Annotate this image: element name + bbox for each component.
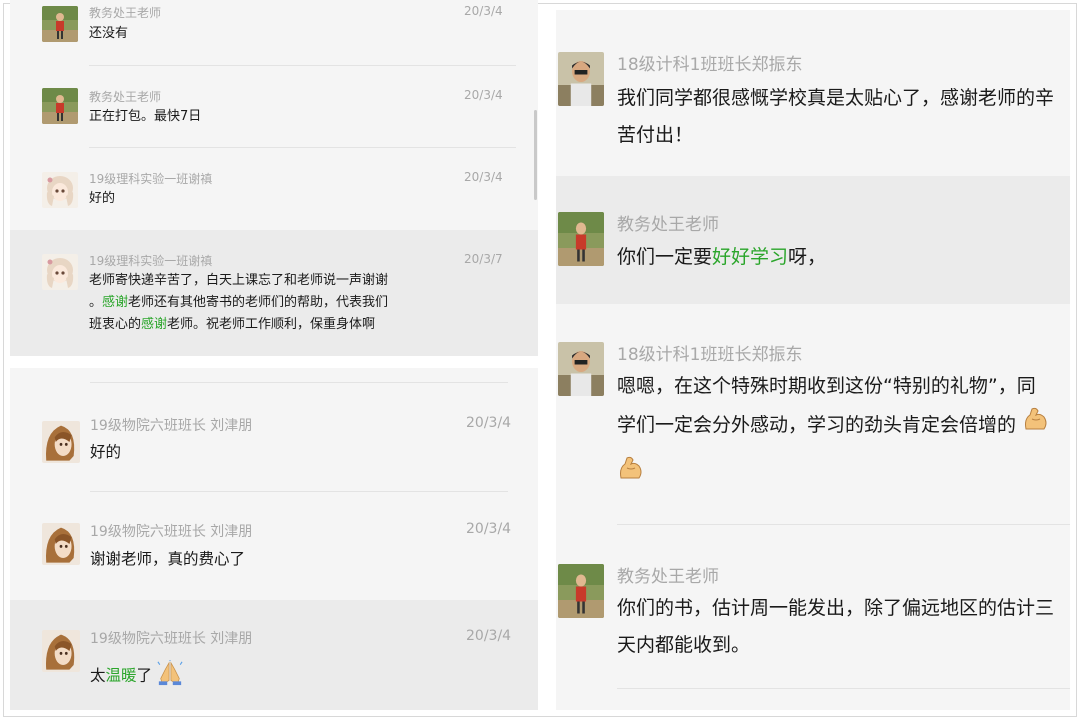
brown-hair-avatar[interactable] (42, 523, 80, 565)
message-text: 正在打包。最快7日 (89, 109, 202, 124)
anime-girl-avatar[interactable] (42, 172, 78, 208)
sender-name: 19级物院六班班长 刘津朋 (90, 631, 253, 647)
message-text: 好的 (90, 443, 122, 461)
teacher-avatar[interactable] (558, 212, 604, 266)
list-item[interactable]: 教务处王老师 你们的书，估计周一能发出，除了偏远地区的估计三 天内都能收到。 (556, 526, 1070, 710)
timestamp: 20/3/4 (464, 4, 503, 18)
anime-girl-avatar[interactable] (42, 254, 78, 290)
chat-panel-top-left[interactable]: 教务处王老师 20/3/4 还没有 教务处王老师 20/3/4 正在打包。最快7… (10, 0, 538, 356)
sender-name: 19级理科实验一班谢禛 (89, 172, 213, 186)
list-item-selected[interactable]: 19级物院六班班长 刘津朋 20/3/4 太温暖了 (10, 600, 538, 710)
sender-name: 18级计科1班班长郑振东 (617, 345, 803, 365)
boy-avatar[interactable] (558, 342, 604, 396)
teacher-avatar[interactable] (42, 6, 78, 42)
list-item[interactable]: 19级理科实验一班谢禛 20/3/4 好的 (10, 148, 538, 230)
chat-panel-bottom-left[interactable]: 19级物院六班班长 刘津朋 20/3/4 好的 19级物院六班班长 刘津朋 20… (10, 368, 538, 710)
timestamp: 20/3/4 (466, 521, 512, 537)
list-item[interactable]: 教务处王老师 20/3/4 正在打包。最快7日 (10, 66, 538, 148)
flexed-biceps-emoji (617, 454, 645, 495)
list-item[interactable]: 18级计科1班班长郑振东 嗯嗯，在这个特殊时期收到这份“特别的礼物”，同 学们一… (556, 304, 1070, 526)
divider (617, 688, 1070, 689)
message-text: 还没有 (89, 26, 129, 41)
list-item-selected[interactable]: 教务处王老师 你们一定要好好学习呀， (556, 176, 1070, 304)
sender-name: 教务处王老师 (89, 6, 162, 20)
timestamp: 20/3/4 (464, 170, 503, 184)
sender-name: 教务处王老师 (617, 567, 719, 587)
flexed-biceps-emoji (1022, 405, 1050, 446)
divider (90, 491, 508, 492)
message-text: 嗯嗯，在这个特殊时期收到这份“特别的礼物”，同 学们一定会分外感动，学习的劲头肯… (617, 368, 1067, 495)
message-text: 谢谢老师，真的费心了 (90, 550, 246, 568)
list-item-selected[interactable]: 19级理科实验一班谢禛 20/3/7 老师寄快递辛苦了，白天上课忘了和老师说一声… (10, 230, 538, 356)
timestamp: 20/3/7 (464, 252, 503, 266)
brown-hair-avatar[interactable] (42, 630, 80, 672)
list-item[interactable]: 19级物院六班班长 刘津朋 20/3/4 好的 (10, 383, 538, 493)
message-text: 好的 (89, 191, 116, 206)
teacher-avatar[interactable] (558, 564, 604, 618)
message-text: 我们同学都很感慨学校真是太贴心了，感谢老师的辛 苦付出！ (617, 87, 1055, 146)
timestamp: 20/3/4 (466, 628, 512, 644)
chat-panel-right[interactable]: 18级计科1班班长郑振东 我们同学都很感慨学校真是太贴心了，感谢老师的辛 苦付出… (556, 10, 1070, 710)
list-item[interactable]: 19级物院六班班长 刘津朋 20/3/4 谢谢老师，真的费心了 (10, 493, 538, 600)
timestamp: 20/3/4 (466, 415, 512, 431)
divider (617, 524, 1070, 525)
message-text: 你们一定要好好学习呀， (617, 246, 827, 268)
timestamp: 20/3/4 (464, 88, 503, 102)
list-item[interactable]: 18级计科1班班长郑振东 我们同学都很感慨学校真是太贴心了，感谢老师的辛 苦付出… (556, 10, 1070, 176)
sender-name: 教务处王老师 (89, 90, 162, 104)
message-text: 太温暖了 (90, 660, 183, 692)
sender-name: 19级物院六班班长 刘津朋 (90, 524, 253, 540)
sender-name: 教务处王老师 (617, 215, 719, 235)
brown-hair-avatar[interactable] (42, 421, 80, 463)
message-text: 老师寄快递辛苦了，白天上课忘了和老师说一声谢谢 。感谢老师还有其他寄书的老师们的… (89, 273, 389, 332)
list-item[interactable]: 教务处王老师 20/3/4 还没有 (10, 0, 538, 66)
boy-avatar[interactable] (558, 52, 604, 106)
teacher-avatar[interactable] (42, 88, 78, 124)
sender-name: 18级计科1班班长郑振东 (617, 55, 803, 75)
sender-name: 19级物院六班班长 刘津朋 (90, 418, 253, 434)
sender-name: 19级理科实验一班谢禛 (89, 254, 213, 268)
scrollbar[interactable] (534, 110, 537, 200)
folded-hands-emoji (157, 660, 183, 692)
message-text: 你们的书，估计周一能发出，除了偏远地区的估计三 天内都能收到。 (617, 597, 1055, 656)
